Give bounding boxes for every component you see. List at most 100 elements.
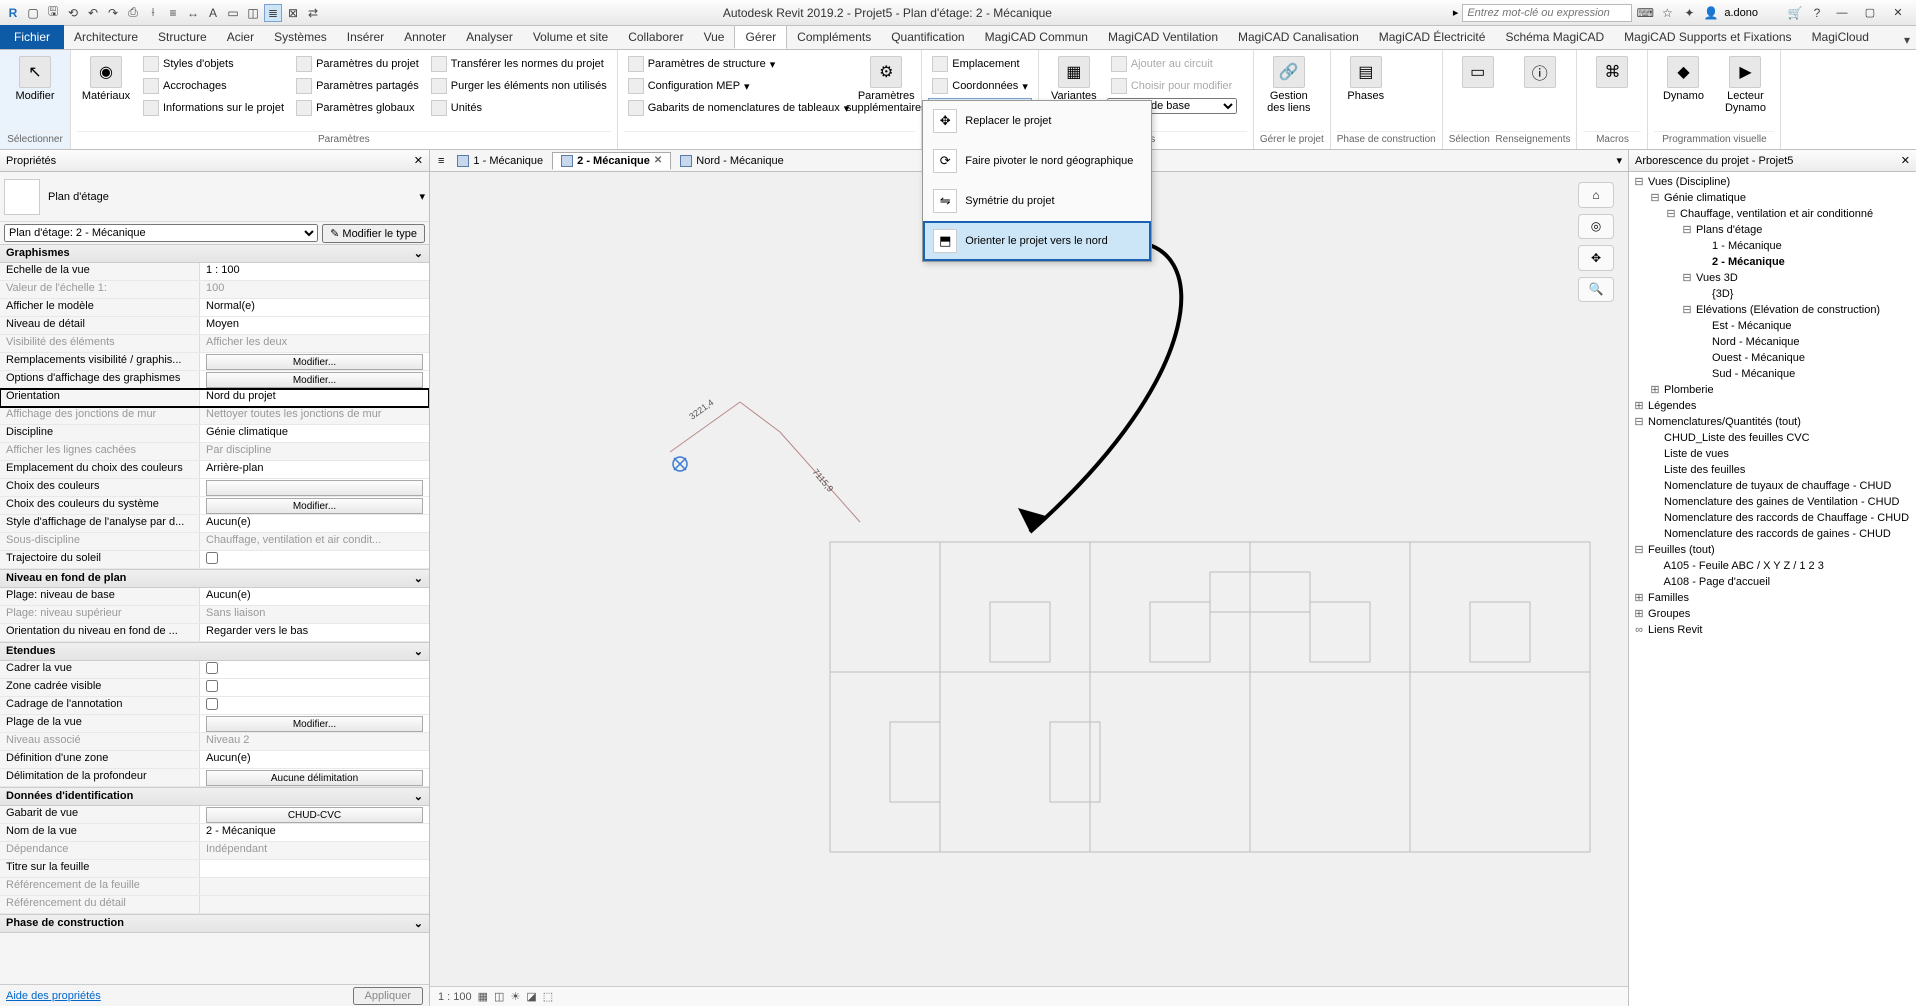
- tree-node[interactable]: ⊟ Chauffage, ventilation et air conditio…: [1631, 206, 1914, 222]
- prop-val[interactable]: [200, 479, 429, 496]
- tree-toggle-icon[interactable]: ⊞: [1633, 606, 1645, 622]
- prop-val[interactable]: Aucun(e): [200, 751, 429, 768]
- tree-toggle-icon[interactable]: ∞: [1633, 622, 1645, 638]
- coordonnees-button[interactable]: Coordonnées ▾: [928, 76, 1032, 96]
- unites-button[interactable]: Unités: [427, 98, 611, 118]
- tree-toggle-icon[interactable]: ⊟: [1665, 206, 1677, 222]
- tree-node[interactable]: ⊞ Légendes: [1631, 398, 1914, 414]
- close-tab-icon[interactable]: ✕: [654, 155, 662, 166]
- text-icon[interactable]: A: [204, 4, 222, 22]
- tree-toggle-icon[interactable]: ⊟: [1681, 302, 1693, 318]
- nav-pan-icon[interactable]: ✥: [1578, 245, 1614, 271]
- prop-btn-choix_couleurs[interactable]: [206, 480, 423, 496]
- star-icon[interactable]: ✦: [1680, 4, 1698, 22]
- user-icon[interactable]: 👤: [1702, 4, 1720, 22]
- ribbon-tab-insérer[interactable]: Insérer: [337, 25, 394, 49]
- ribbon-tab-schéma-magicad[interactable]: Schéma MagiCAD: [1495, 25, 1614, 49]
- purger-button[interactable]: Purger les éléments non utilisés: [427, 76, 611, 96]
- tree-toggle-icon[interactable]: ⊞: [1649, 382, 1661, 398]
- ribbon-tab-magicad-ventilation[interactable]: MagiCAD Ventilation: [1098, 25, 1228, 49]
- tree-node[interactable]: CHUD_Liste des feuilles CVC: [1631, 430, 1914, 446]
- scale-label[interactable]: 1 : 100: [438, 991, 472, 1003]
- tree-node[interactable]: 2 - Mécanique: [1631, 254, 1914, 270]
- tree-node[interactable]: Est - Mécanique: [1631, 318, 1914, 334]
- ribbon-tab-magicad-canalisation[interactable]: MagiCAD Canalisation: [1228, 25, 1369, 49]
- tree-node[interactable]: Ouest - Mécanique: [1631, 350, 1914, 366]
- user-name[interactable]: a.dono: [1724, 7, 1758, 19]
- tree-node[interactable]: ⊟ Feuilles (tout): [1631, 542, 1914, 558]
- prop-val[interactable]: CHUD-CVC: [200, 806, 429, 823]
- prop-val[interactable]: [200, 860, 429, 877]
- type-dropdown-icon[interactable]: ▾: [419, 190, 425, 203]
- emplacement-button[interactable]: Emplacement: [928, 54, 1032, 74]
- switch-icon[interactable]: ⇄: [304, 4, 322, 22]
- prop-val[interactable]: Génie climatique: [200, 425, 429, 442]
- phases-button[interactable]: ▤ Phases: [1337, 52, 1395, 102]
- browser-tree[interactable]: ⊟ Vues (Discipline)⊟ Génie climatique⊟ C…: [1629, 172, 1916, 1006]
- nav-wheel-icon[interactable]: ◎: [1578, 214, 1614, 240]
- section-icon[interactable]: ▭: [224, 4, 242, 22]
- tree-node[interactable]: Liste des feuilles: [1631, 462, 1914, 478]
- pivoter-item[interactable]: ⟳Faire pivoter le nord géographique: [923, 141, 1151, 181]
- properties-help-link[interactable]: Aide des propriétés: [6, 990, 101, 1002]
- config-mep-button[interactable]: Configuration MEP ▾: [624, 76, 854, 96]
- accrochages-button[interactable]: Accrochages: [139, 76, 288, 96]
- replacer-item[interactable]: ✥Replacer le projet: [923, 101, 1151, 141]
- sync-icon[interactable]: ⟲: [64, 4, 82, 22]
- tree-node[interactable]: Nomenclature des gaines de Ventilation -…: [1631, 494, 1914, 510]
- 3d-icon[interactable]: ◫: [244, 4, 262, 22]
- keyboard-icon[interactable]: ⌨: [1636, 4, 1654, 22]
- nav-home-icon[interactable]: ⌂: [1578, 182, 1614, 208]
- ribbon-tab-compléments[interactable]: Compléments: [787, 25, 881, 49]
- dim-icon[interactable]: ↔: [184, 4, 202, 22]
- prop-check-cadrage_annot[interactable]: [206, 698, 218, 710]
- prop-btn-gabarit[interactable]: CHUD-CVC: [206, 807, 423, 823]
- tree-node[interactable]: ⊞ Familles: [1631, 590, 1914, 606]
- ribbon-tab-gérer[interactable]: Gérer: [734, 25, 787, 49]
- ribbon-tab-analyser[interactable]: Analyser: [456, 25, 523, 49]
- instance-filter-select[interactable]: Plan d'étage: 2 - Mécanique: [4, 224, 318, 242]
- link-icon[interactable]: ☆: [1658, 4, 1676, 22]
- view-tab[interactable]: Nord - Mécanique: [671, 152, 792, 170]
- prop-val[interactable]: Nord du projet: [200, 389, 429, 406]
- measure-icon[interactable]: ⟊: [144, 4, 162, 22]
- ribbon-tab-acier[interactable]: Acier: [217, 25, 264, 49]
- prop-val[interactable]: Aucune délimitation: [200, 769, 429, 786]
- prop-val[interactable]: Modifier...: [200, 497, 429, 514]
- ribbon-min-icon[interactable]: ▾: [1898, 31, 1916, 49]
- prop-val[interactable]: Regarder vers le bas: [200, 624, 429, 641]
- variantes-button[interactable]: ▦ Variantes: [1045, 52, 1103, 102]
- ribbon-tab-magicloud[interactable]: MagiCloud: [1802, 25, 1879, 49]
- view-tab[interactable]: 2 - Mécanique✕: [552, 152, 671, 170]
- transferer-button[interactable]: Transférer les normes du projet: [427, 54, 611, 74]
- view-type-name[interactable]: Plan d'étage: [48, 191, 411, 203]
- tree-toggle-icon[interactable]: ⊟: [1649, 190, 1661, 206]
- prop-val[interactable]: [200, 661, 429, 678]
- edit-type-button[interactable]: ✎ Modifier le type: [322, 224, 425, 243]
- tree-node[interactable]: {3D}: [1631, 286, 1914, 302]
- prop-val[interactable]: Aucun(e): [200, 515, 429, 532]
- tree-toggle-icon[interactable]: ⊟: [1633, 542, 1645, 558]
- ribbon-tab-magicad-supports-et-fixations[interactable]: MagiCAD Supports et Fixations: [1614, 25, 1801, 49]
- tree-node[interactable]: A108 - Page d'accueil: [1631, 574, 1914, 590]
- styles-objets-button[interactable]: Styles d'objets: [139, 54, 288, 74]
- renseignements-button[interactable]: ⓘ: [1511, 52, 1569, 88]
- prop-val[interactable]: Normal(e): [200, 299, 429, 316]
- dynamo-button[interactable]: ◆ Dynamo: [1654, 52, 1712, 102]
- prop-btn-options_affichage[interactable]: Modifier...: [206, 372, 423, 388]
- ribbon-tab-collaborer[interactable]: Collaborer: [618, 25, 693, 49]
- prop-check-trajectoire[interactable]: [206, 552, 218, 564]
- prop-btn-remplacements[interactable]: Modifier...: [206, 354, 423, 370]
- ribbon-tab-systèmes[interactable]: Systèmes: [264, 25, 337, 49]
- ribbon-tab-volume-et-site[interactable]: Volume et site: [523, 25, 618, 49]
- modifier-button[interactable]: ↖ Modifier: [6, 52, 64, 102]
- symetrie-item[interactable]: ⇋Symétrie du projet: [923, 181, 1151, 221]
- prop-val[interactable]: [200, 551, 429, 568]
- tree-node[interactable]: Liste de vues: [1631, 446, 1914, 462]
- save-icon[interactable]: 🖫: [44, 4, 62, 22]
- gestion-liens-button[interactable]: 🔗 Gestion des liens: [1260, 52, 1318, 114]
- ribbon-tab-vue[interactable]: Vue: [694, 25, 735, 49]
- tree-node[interactable]: A105 - Feuile ABC / X Y Z / 1 2 3: [1631, 558, 1914, 574]
- section-donnees-id[interactable]: Données d'identification⌄: [0, 787, 429, 806]
- maximize-button[interactable]: ▢: [1858, 3, 1882, 23]
